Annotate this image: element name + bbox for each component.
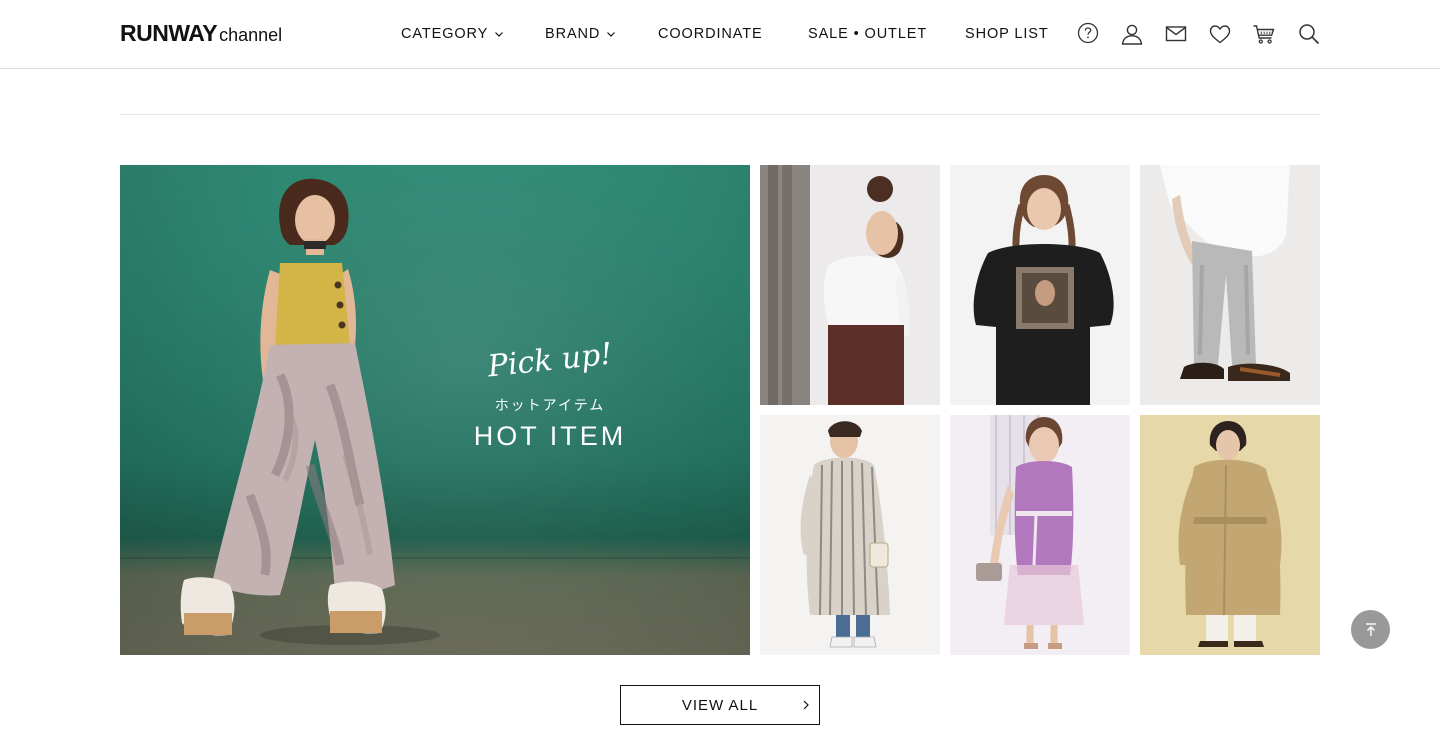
user-icon[interactable] bbox=[1120, 22, 1144, 46]
product-thumbnail-5[interactable] bbox=[950, 415, 1130, 655]
logo-main-text: RUNWAY bbox=[120, 20, 218, 46]
help-icon[interactable] bbox=[1076, 22, 1100, 46]
chevron-down-icon bbox=[495, 31, 504, 37]
nav-shop-list-label: SHOP LIST bbox=[965, 26, 1049, 42]
site-logo[interactable]: RUNWAY channel bbox=[120, 20, 282, 47]
nav-brand-label: BRAND bbox=[545, 26, 601, 42]
view-all-label: VIEW ALL bbox=[681, 696, 759, 714]
nav-category[interactable]: CATEGORY bbox=[401, 0, 504, 68]
mail-icon[interactable] bbox=[1164, 22, 1188, 46]
heart-icon[interactable] bbox=[1208, 22, 1232, 46]
nav-coordinate-label: COORDINATE bbox=[658, 26, 763, 42]
logo-sub-text: channel bbox=[219, 25, 283, 45]
thumbnail-image bbox=[1140, 165, 1320, 405]
product-thumbnail-2[interactable] bbox=[950, 165, 1130, 405]
view-all-button[interactable]: VIEW ALL bbox=[620, 685, 820, 725]
nav-coordinate[interactable]: COORDINATE bbox=[658, 0, 763, 68]
site-header: RUNWAY channel CATEGORY BRAND COORDINATE… bbox=[0, 0, 1440, 69]
product-thumbnail-3[interactable] bbox=[1140, 165, 1320, 405]
thumbnail-image bbox=[1140, 415, 1320, 655]
nav-category-label: CATEGORY bbox=[401, 26, 489, 42]
thumbnail-image bbox=[760, 415, 940, 655]
nav-sale-outlet-label: SALE • OUTLET bbox=[808, 26, 928, 42]
hot-item-banner[interactable]: Pick up! ホットアイテム HOT ITEM bbox=[120, 165, 750, 655]
search-icon[interactable] bbox=[1297, 22, 1321, 46]
product-thumbnail-6[interactable] bbox=[1140, 415, 1320, 655]
nav-sale-outlet[interactable]: SALE • OUTLET bbox=[808, 0, 927, 68]
thumbnail-image bbox=[950, 415, 1130, 655]
nav-shop-list[interactable]: SHOP LIST bbox=[965, 0, 1049, 68]
chevron-right-icon bbox=[803, 700, 809, 710]
banner-kana-text: ホットアイテム bbox=[494, 397, 606, 413]
section-divider bbox=[120, 114, 1320, 115]
cart-icon[interactable] bbox=[1252, 22, 1276, 46]
nav-brand[interactable]: BRAND bbox=[545, 0, 616, 68]
arrow-up-icon bbox=[1365, 622, 1376, 636]
banner-model-figure bbox=[180, 178, 440, 645]
product-thumbnail-4[interactable] bbox=[760, 415, 940, 655]
back-to-top-button[interactable] bbox=[1351, 610, 1390, 649]
thumbnail-image bbox=[760, 165, 940, 405]
banner-hot-item-text: HOT ITEM bbox=[473, 421, 627, 451]
thumbnail-image bbox=[950, 165, 1130, 405]
product-thumbnail-1[interactable] bbox=[760, 165, 940, 405]
chevron-down-icon bbox=[607, 31, 616, 37]
